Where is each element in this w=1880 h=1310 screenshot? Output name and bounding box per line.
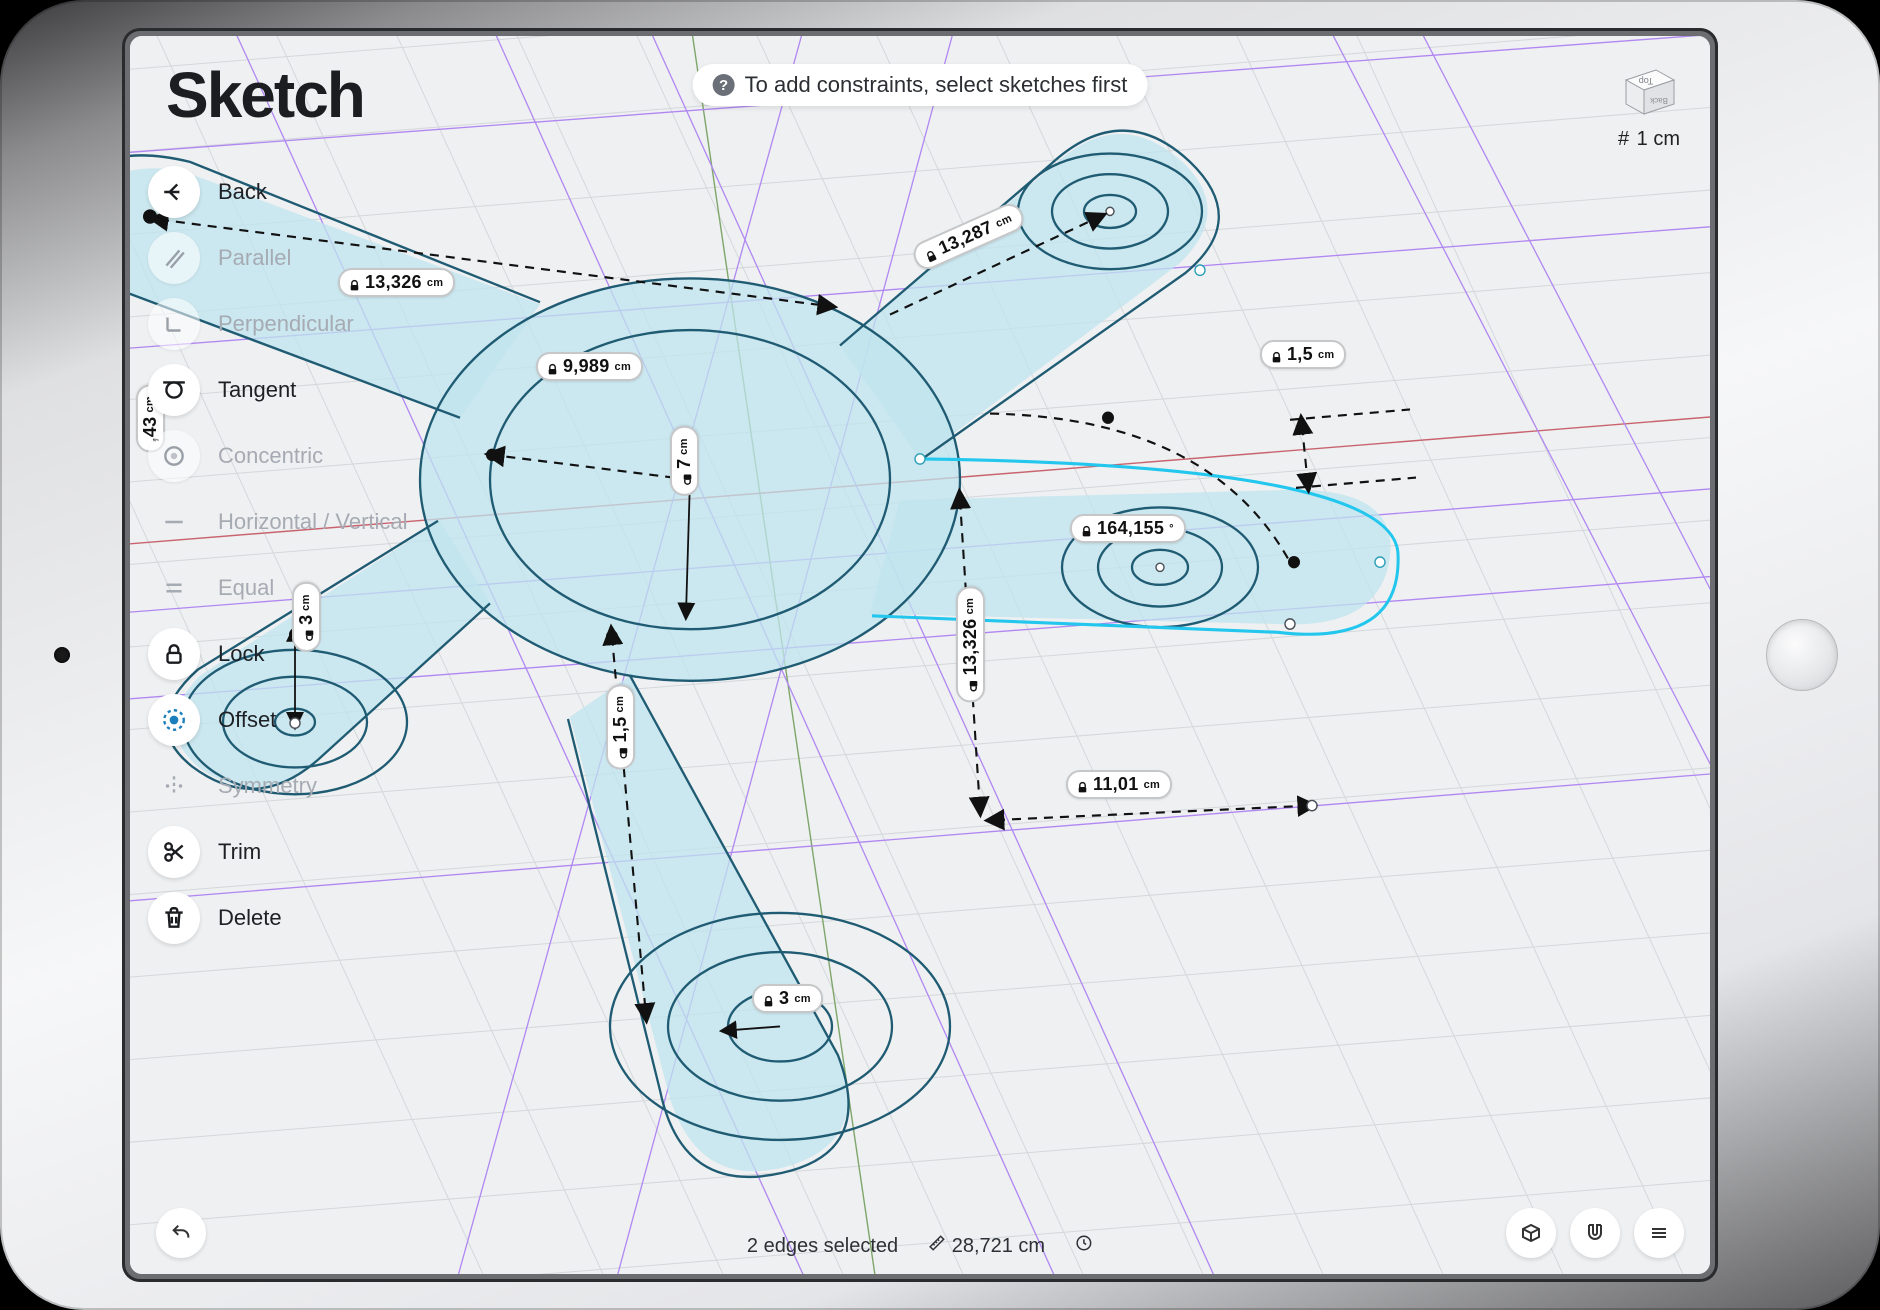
equal-label: Equal xyxy=(218,575,274,601)
menu-icon xyxy=(1647,1221,1671,1245)
dim-3-bottom[interactable]: 3cm xyxy=(752,984,823,1013)
selection-status: 2 edges selected xyxy=(747,1235,898,1258)
lock-icon xyxy=(161,641,187,667)
hv-button: Horizontal / Vertical xyxy=(148,496,408,548)
scissors-icon xyxy=(161,839,187,865)
lock-icon xyxy=(546,360,559,373)
ipad-camera xyxy=(54,647,70,663)
svg-text:Back: Back xyxy=(1649,96,1668,105)
dim-7[interactable]: 7cm xyxy=(670,426,699,496)
menu-button[interactable] xyxy=(1634,1208,1684,1258)
arrow-left-icon xyxy=(161,179,187,205)
lock-label: Lock xyxy=(218,641,264,667)
dim-11-01[interactable]: 11,01cm xyxy=(1066,770,1172,799)
hv-icon xyxy=(161,509,187,535)
lock-icon xyxy=(614,746,627,759)
perpendicular-button[interactable]: Perpendicular xyxy=(148,298,408,350)
lock-icon xyxy=(1076,778,1089,791)
dim-1-5-left[interactable]: 1,5cm xyxy=(606,684,635,769)
equal-icon xyxy=(161,575,187,601)
lock-icon xyxy=(964,679,977,692)
view-cube[interactable]: Top Back xyxy=(1616,60,1680,120)
clock-icon xyxy=(1075,1234,1093,1252)
status-bar: 2 edges selected 28,721 cm xyxy=(747,1234,1093,1258)
hv-label: Horizontal / Vertical xyxy=(218,509,408,535)
concentric-button[interactable]: Concentric xyxy=(148,430,408,482)
parallel-label: Parallel xyxy=(218,245,291,271)
lock-icon xyxy=(1080,522,1093,535)
hint-text: To add constraints, select sketches firs… xyxy=(745,72,1128,98)
concentric-icon xyxy=(161,443,187,469)
symmetry-label: Symmetry xyxy=(218,773,317,799)
offset-button[interactable]: Offset xyxy=(148,694,408,746)
dim-1-5-right[interactable]: 1,5cm xyxy=(1260,340,1346,369)
ruler-icon xyxy=(928,1234,946,1252)
tangent-icon xyxy=(161,377,187,403)
concentric-label: Concentric xyxy=(218,443,323,469)
hint-pill: ? To add constraints, select sketches fi… xyxy=(693,64,1148,106)
trim-button[interactable]: Trim xyxy=(148,826,408,878)
offset-icon xyxy=(161,707,187,733)
dim-164-155[interactable]: 164,155° xyxy=(1070,514,1186,543)
box-tool-button[interactable] xyxy=(1506,1208,1556,1258)
dim-9-989[interactable]: 9,989cm xyxy=(536,352,643,381)
back-label: Back xyxy=(218,179,267,205)
lock-icon xyxy=(762,992,775,1005)
back-button[interactable]: Back xyxy=(148,166,408,218)
grid-unit-label: # 1 cm xyxy=(1618,128,1680,151)
lock-icon xyxy=(922,245,939,262)
mode-title: Sketch xyxy=(166,58,364,132)
lock-button[interactable]: Lock xyxy=(148,628,408,680)
snap-button[interactable] xyxy=(1570,1208,1620,1258)
ipad-home-button[interactable] xyxy=(1766,619,1838,691)
lock-icon xyxy=(678,473,691,486)
tangent-button[interactable]: Tangent xyxy=(148,364,408,416)
length-status: 28,721 cm xyxy=(928,1234,1045,1258)
parallel-button[interactable]: Parallel xyxy=(148,232,408,284)
dim-13-326-mid[interactable]: 13,326cm xyxy=(956,586,985,702)
offset-label: Offset xyxy=(218,707,276,733)
parallel-icon xyxy=(161,245,187,271)
screen-bezel: 13,326cm 13,287cm 9,989cm 7cm xyxy=(122,28,1718,1282)
app-screen[interactable]: 13,326cm 13,287cm 9,989cm 7cm xyxy=(130,36,1710,1274)
perpendicular-icon xyxy=(161,311,187,337)
symmetry-icon xyxy=(161,773,187,799)
undo-button[interactable] xyxy=(156,1208,206,1258)
perpendicular-label: Perpendicular xyxy=(218,311,354,337)
canvas-tools xyxy=(1506,1208,1684,1258)
box-icon xyxy=(1519,1221,1543,1245)
undo-icon xyxy=(170,1222,192,1244)
trash-icon xyxy=(161,905,187,931)
clock-indicator xyxy=(1075,1234,1093,1258)
tangent-label: Tangent xyxy=(218,377,296,403)
side-toolbar: Back Parallel Perpendicular Tangent xyxy=(148,166,408,944)
equal-button: Equal xyxy=(148,562,408,614)
lock-icon xyxy=(1270,348,1283,361)
delete-label: Delete xyxy=(218,905,282,931)
help-icon: ? xyxy=(713,74,735,96)
magnet-icon xyxy=(1583,1221,1607,1245)
delete-button[interactable]: Delete xyxy=(148,892,408,944)
symmetry-button: Symmetry xyxy=(148,760,408,812)
svg-text:Top: Top xyxy=(1639,76,1654,86)
ipad-frame: 13,326cm 13,287cm 9,989cm 7cm xyxy=(0,0,1880,1310)
trim-label: Trim xyxy=(218,839,261,865)
